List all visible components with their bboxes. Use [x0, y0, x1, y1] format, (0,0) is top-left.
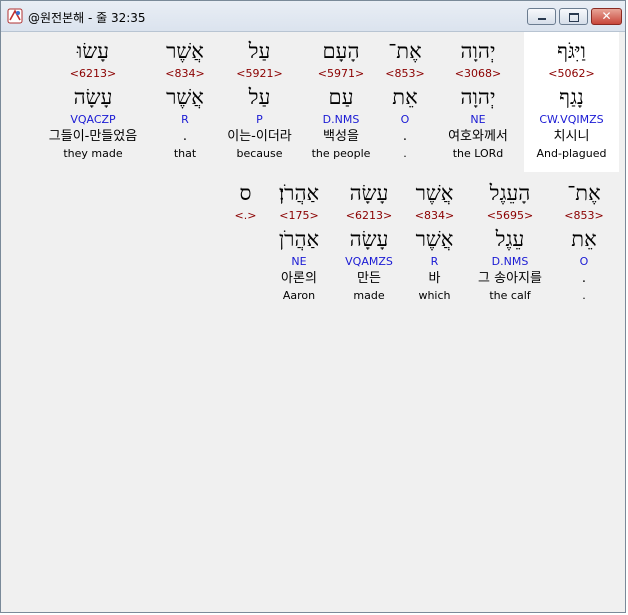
hebrew-word: אֲשֶׁר: [415, 181, 454, 205]
english-gloss: Aaron: [282, 289, 316, 302]
title-bar[interactable]: @원전본해 - 줄 32:35 ✕: [1, 1, 625, 32]
strong-number: <.>: [234, 209, 257, 222]
close-button[interactable]: ✕: [591, 8, 622, 25]
app-icon: [7, 8, 23, 24]
english-gloss: .: [403, 147, 407, 160]
word-cell[interactable]: הָעָם <5971> עַם D.NMS 백성을 the people: [304, 36, 378, 162]
korean-gloss: 여호와께서: [448, 129, 508, 144]
window-title: @원전본해 - 줄 32:35: [28, 11, 146, 25]
korean-gloss: 이는-이더라: [227, 129, 292, 144]
parsing-code: P: [256, 113, 263, 126]
hebrew-lemma: אַהֲרֹן: [278, 227, 320, 251]
parsing-code: D.NMS: [322, 113, 360, 126]
english-gloss: And-plagued: [536, 147, 607, 160]
hebrew-word: אֶת־: [567, 181, 601, 205]
word-cell[interactable]: אֲשֶׁר <834> אֲשֶׁר R . that: [155, 36, 215, 162]
hebrew-word: הָעֵגֶל: [489, 181, 531, 205]
word-cell[interactable]: הָעֵגֶל <5695> עֵגֶל D.NMS 그 송아지를 the ca…: [465, 178, 555, 304]
word-cell[interactable]: אֲשֶׁר <834> אֲשֶׁר R 바 which: [404, 178, 465, 304]
english-gloss: .: [582, 289, 586, 302]
interlinear-view[interactable]: וַיִּגֹּף <5062> נָגַף CW.VQIMZS 치시니 And…: [7, 32, 621, 610]
english-gloss: because: [236, 147, 283, 160]
hebrew-lemma: אֲשֶׁר: [166, 85, 204, 109]
parsing-code: CW.VQIMZS: [539, 113, 604, 126]
word-cell[interactable]: וַיִּגֹּף <5062> נָגַף CW.VQIMZS 치시니 And…: [524, 36, 619, 162]
strong-number: <853>: [385, 67, 425, 80]
korean-gloss: 만든: [357, 271, 381, 286]
parsing-code: NE: [291, 255, 307, 268]
strong-number: <5062>: [548, 67, 595, 80]
korean-gloss: 그 송아지를: [478, 271, 542, 286]
parsing-code: VQAMZS: [345, 255, 393, 268]
parsing-code: D.NMS: [491, 255, 529, 268]
strong-number: <175>: [279, 209, 319, 222]
english-gloss: they made: [63, 147, 123, 160]
hebrew-lemma: אֲשֶׁר: [415, 227, 454, 251]
korean-gloss: .: [581, 271, 587, 286]
english-gloss: the people: [311, 147, 371, 160]
minimize-button[interactable]: [527, 8, 556, 25]
parsing-code: NE: [470, 113, 486, 126]
strong-number: <3068>: [454, 67, 502, 80]
hebrew-lemma: יְהוָה: [460, 85, 496, 109]
english-gloss: that: [173, 147, 197, 160]
hebrew-word: עַל: [248, 39, 271, 63]
hebrew-word: אֶת־: [388, 39, 422, 63]
parsing-code: O: [400, 113, 410, 126]
hebrew-lemma: עָשָׂה: [349, 227, 389, 251]
english-gloss: which: [418, 289, 451, 302]
strong-number: <6213>: [345, 209, 393, 222]
hebrew-lemma: אֵת: [571, 227, 597, 251]
korean-gloss: 아론의: [281, 271, 317, 286]
korean-gloss: 바: [428, 271, 441, 286]
word-cell[interactable]: יְהוָה <3068> יְהוָה NE 여호와께서 the LORd: [432, 36, 524, 162]
strong-number: <853>: [564, 209, 604, 222]
korean-gloss: .: [402, 129, 408, 144]
hebrew-word: עָשׂוּ: [76, 39, 110, 63]
maximize-button[interactable]: [559, 8, 588, 25]
hebrew-word: הָעָם: [322, 39, 360, 63]
hebrew-word: אֲשֶׁר: [166, 39, 204, 63]
hebrew-word: עָשָׂה: [349, 181, 389, 205]
hebrew-word: וַיִּגֹּף: [557, 39, 586, 63]
strong-number: <6213>: [69, 67, 117, 80]
parsing-code: O: [579, 255, 589, 268]
word-cell[interactable]: אַהֲרֹן׃ <175> אַהֲרֹן NE 아론의 Aaron: [264, 178, 334, 304]
korean-gloss: 그들이-만들었음: [48, 129, 138, 144]
app-window: @원전본해 - 줄 32:35 ✕ וַיִּגֹּף <5062> נָגַף…: [0, 0, 626, 613]
hebrew-lemma: נָגַף: [559, 85, 584, 109]
word-cell[interactable]: אֶת־ <853> אֵת O . .: [378, 36, 432, 162]
strong-number: <5921>: [236, 67, 283, 80]
korean-gloss: 백성을: [323, 129, 359, 144]
hebrew-lemma: אֵת: [392, 85, 418, 109]
strong-number: <5695>: [486, 209, 534, 222]
english-gloss: the calf: [489, 289, 531, 302]
strong-number: <834>: [414, 209, 455, 222]
english-gloss: made: [353, 289, 385, 302]
parsing-code: R: [181, 113, 189, 126]
close-icon: ✕: [601, 9, 612, 23]
hebrew-lemma: עֵגֶל: [495, 227, 525, 251]
hebrew-word: ס: [239, 181, 252, 205]
korean-gloss: .: [182, 129, 188, 144]
korean-gloss: 치시니: [553, 129, 590, 144]
hebrew-word: אַהֲרֹן׃: [278, 181, 320, 205]
hebrew-lemma: עַל: [248, 85, 271, 109]
word-cell[interactable]: עָשׂוּ <6213> עָשָׂה VQACZP 그들이-만들었음 the…: [31, 36, 155, 162]
english-gloss: the LORd: [452, 147, 504, 160]
parsing-code: R: [430, 255, 439, 268]
hebrew-lemma: עַם: [328, 85, 354, 109]
hebrew-lemma: עָשָׂה: [73, 85, 113, 109]
word-cell[interactable]: ס <.>: [227, 178, 264, 224]
strong-number: <5971>: [317, 67, 365, 80]
hebrew-word: יְהוָה: [460, 39, 496, 63]
word-cell[interactable]: אֶת־ <853> אֵת O . .: [555, 178, 613, 304]
strong-number: <834>: [165, 67, 205, 80]
parsing-code: VQACZP: [70, 113, 116, 126]
word-cell[interactable]: עַל <5921> עַל P 이는-이더라 because: [215, 36, 304, 162]
word-cell[interactable]: עָשָׂה <6213> עָשָׂה VQAMZS 만든 made: [334, 178, 404, 304]
